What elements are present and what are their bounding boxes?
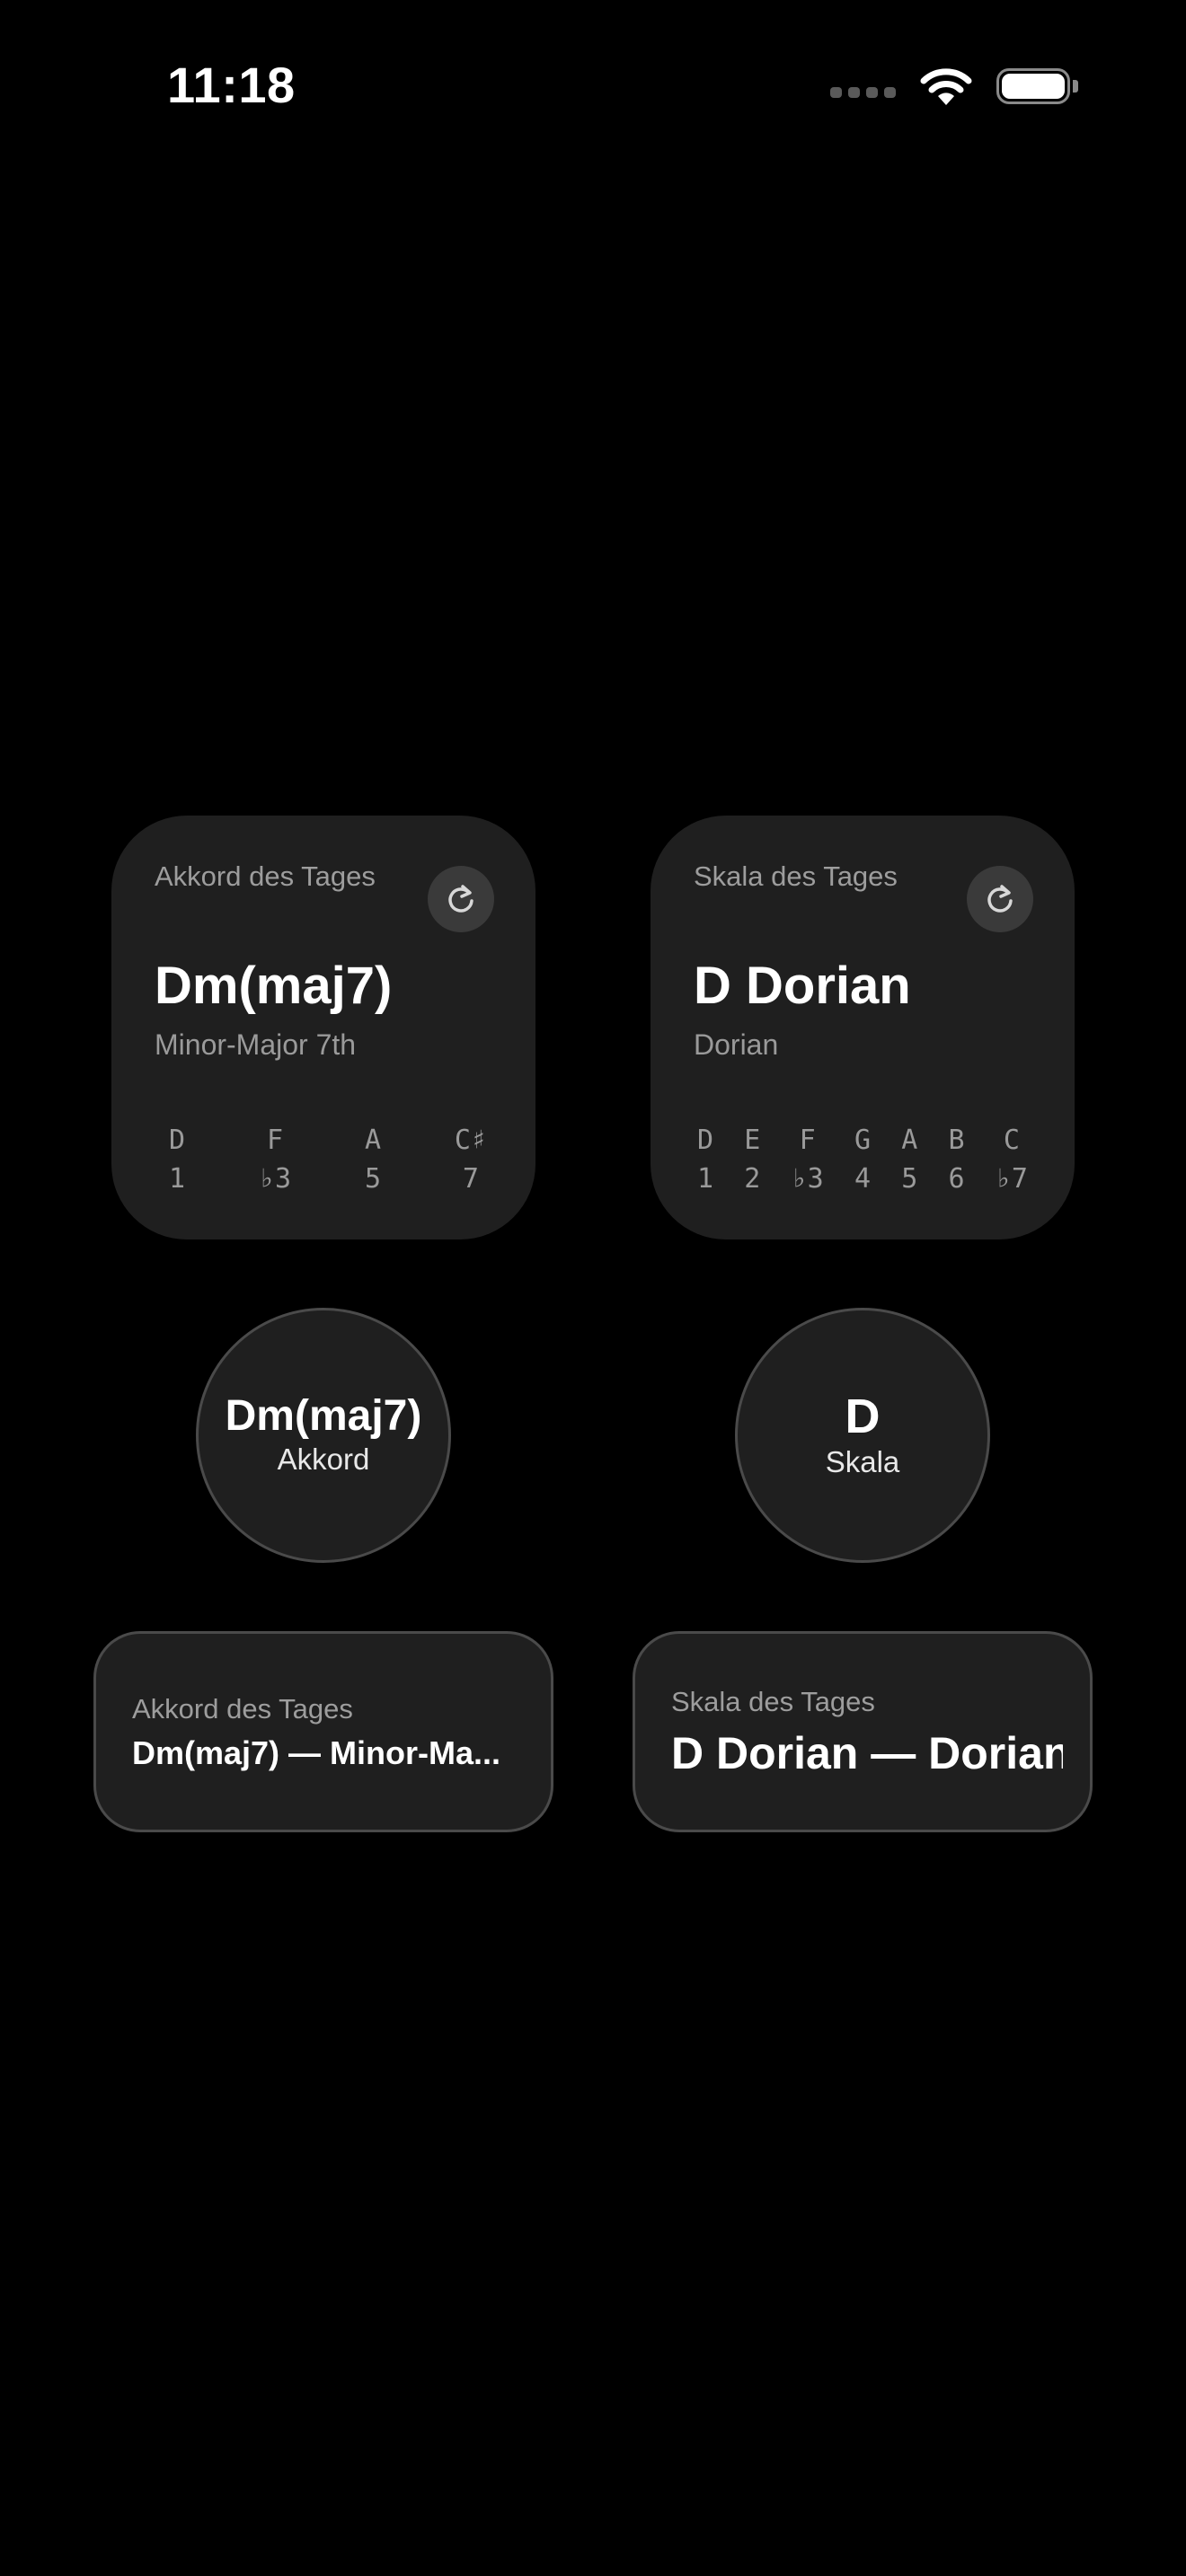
- note-name: F: [266, 1125, 284, 1156]
- cellular-signal-icon: [830, 87, 896, 98]
- chord-circle-name: Dm(maj7): [225, 1391, 422, 1440]
- note-name: C♯: [454, 1125, 487, 1156]
- note-column: G 4: [854, 1125, 871, 1195]
- chord-notes: D 1 F ♭3 A 5 C♯ 7: [169, 1125, 487, 1195]
- note-name: A: [901, 1125, 918, 1156]
- note-column: A 5: [901, 1125, 917, 1195]
- note-name: F: [799, 1125, 816, 1156]
- chord-of-the-day-widget[interactable]: Akkord des Tages Dm(maj7) Minor-Major 7t…: [111, 816, 535, 1239]
- arrow-clockwise-icon: [448, 885, 474, 913]
- note-column: C♯ 7: [455, 1125, 487, 1195]
- scale-name: D Dorian: [694, 957, 911, 1015]
- chord-circular-widget[interactable]: Dm(maj7) Akkord: [196, 1308, 451, 1563]
- scale-circular-widget[interactable]: D Skala: [735, 1308, 990, 1563]
- note-name: A: [364, 1125, 381, 1156]
- scale-mode: Dorian: [694, 1028, 779, 1061]
- wifi-icon: [920, 68, 972, 105]
- note-name: E: [744, 1125, 761, 1156]
- note-column: A 5: [365, 1125, 381, 1195]
- note-degree: 6: [948, 1163, 965, 1195]
- arrow-clockwise-icon: [987, 885, 1013, 913]
- scale-refresh-button[interactable]: [967, 866, 1033, 932]
- chord-rectangular-widget[interactable]: Akkord des Tages Dm(maj7) — Minor-Ma...: [93, 1631, 553, 1832]
- note-column: D 1: [169, 1125, 185, 1195]
- scale-circle-caption: Skala: [825, 1445, 900, 1479]
- chord-name: Dm(maj7): [155, 957, 393, 1015]
- note-degree: ♭3: [791, 1163, 824, 1195]
- note-name: D: [697, 1125, 714, 1156]
- note-degree: 7: [462, 1163, 479, 1195]
- note-name: G: [854, 1125, 872, 1156]
- note-degree: 4: [854, 1163, 872, 1195]
- note-column: F ♭3: [792, 1125, 824, 1195]
- scale-rectangular-widget[interactable]: Skala des Tages D Dorian — Dorian: [633, 1631, 1093, 1832]
- status-indicators: [830, 63, 1078, 110]
- chord-refresh-button[interactable]: [428, 866, 494, 932]
- note-degree: ♭7: [995, 1163, 1028, 1195]
- chord-circle-caption: Akkord: [277, 1442, 370, 1477]
- status-time: 11:18: [167, 57, 296, 113]
- note-degree: 2: [744, 1163, 761, 1195]
- widget-label: Skala des Tages: [671, 1686, 875, 1717]
- scale-notes: D 1 E 2 F ♭3 G 4 A 5 B 6 C ♭7: [697, 1125, 1028, 1195]
- scale-circle-root: D: [845, 1389, 881, 1443]
- scale-of-the-day-widget[interactable]: Skala des Tages D Dorian Dorian D 1 E 2 …: [651, 816, 1075, 1239]
- note-degree: 1: [697, 1163, 714, 1195]
- chord-quality: Minor-Major 7th: [155, 1028, 357, 1061]
- note-column: C ♭7: [996, 1125, 1028, 1195]
- note-degree: 5: [364, 1163, 381, 1195]
- note-name: B: [948, 1125, 965, 1156]
- chord-rect-text: Dm(maj7) — Minor-Ma...: [132, 1734, 501, 1771]
- note-name: D: [169, 1125, 186, 1156]
- note-column: B 6: [949, 1125, 965, 1195]
- note-name: C: [1003, 1125, 1020, 1156]
- widget-label: Akkord des Tages: [132, 1693, 353, 1725]
- widget-label: Skala des Tages: [694, 860, 898, 892]
- note-column: F ♭3: [259, 1125, 291, 1195]
- scale-rect-text: D Dorian — Dorian: [671, 1728, 1063, 1778]
- note-degree: ♭3: [258, 1163, 292, 1195]
- note-column: E 2: [744, 1125, 760, 1195]
- note-column: D 1: [697, 1125, 713, 1195]
- note-degree: 1: [169, 1163, 186, 1195]
- widget-label: Akkord des Tages: [155, 860, 376, 892]
- battery-icon: [996, 68, 1078, 104]
- note-degree: 5: [901, 1163, 918, 1195]
